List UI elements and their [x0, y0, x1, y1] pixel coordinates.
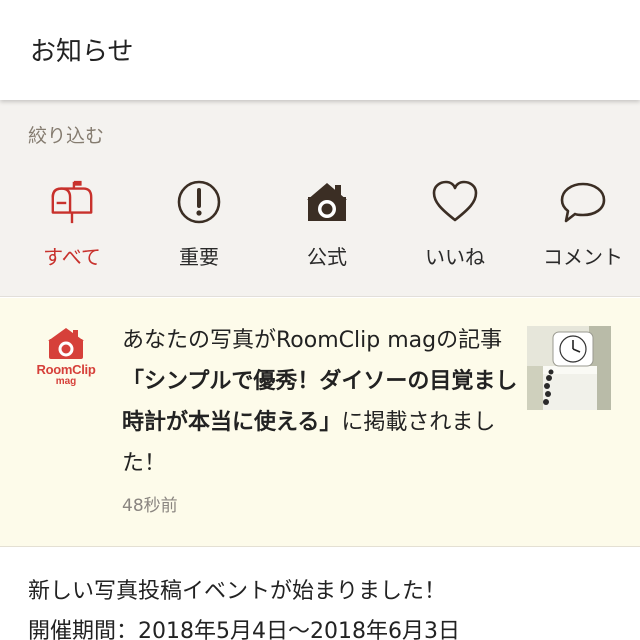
filter-likes[interactable]: いいね [390, 178, 520, 278]
app-header: お知らせ [0, 0, 640, 100]
exclamation-circle-icon [175, 178, 223, 226]
filter-label: いいね [425, 245, 485, 269]
house-camera-icon [303, 178, 351, 226]
heart-icon [431, 178, 479, 226]
filter-label: コメント [543, 245, 623, 269]
logo-wordmark-sub: mag [55, 376, 77, 387]
clock-photo-thumbnail [527, 326, 611, 410]
notification-item[interactable]: RoomClip mag あなたの写真がRoomClip magの記事「シンプル… [0, 298, 640, 547]
page-title: お知らせ [30, 37, 134, 67]
event-line-2: 開催期間：2018年5月4日〜2018年6月3日 [28, 619, 460, 640]
notification-message: あなたの写真がRoomClip magの記事「シンプルで優秀！ダイソーの目覚まし… [122, 320, 522, 484]
filter-official[interactable]: 公式 [262, 178, 392, 278]
speech-bubble-icon [559, 178, 607, 226]
event-line-1: 新しい写真投稿イベントが始まりました！ [28, 579, 447, 604]
filter-label: すべて [43, 245, 101, 269]
filter-important[interactable]: 重要 [134, 178, 264, 278]
notification-time: 48秒前 [122, 496, 178, 516]
roomclip-mag-logo: RoomClip mag [30, 326, 102, 396]
house-camera-logo-icon [48, 328, 84, 359]
filter-label: 公式 [307, 245, 347, 269]
mailbox-icon [48, 178, 96, 226]
filter-all[interactable]: すべて [7, 178, 137, 278]
filter-panel: 絞り込む すべて 重要 公式 いいね コメント [0, 100, 640, 297]
filter-label: 重要 [179, 245, 219, 269]
filter-heading: 絞り込む [28, 125, 105, 147]
photo-thumbnail[interactable] [527, 326, 611, 410]
event-message: 新しい写真投稿イベントが始まりました！ 開催期間：2018年5月4日〜2018年… [28, 572, 618, 640]
message-prefix: あなたの写真がRoomClip magの記事 [122, 328, 503, 353]
notification-item-event[interactable]: 新しい写真投稿イベントが始まりました！ 開催期間：2018年5月4日〜2018年… [0, 548, 640, 640]
filter-comments[interactable]: コメント [518, 178, 640, 278]
logo-wordmark: RoomClip [36, 362, 96, 377]
